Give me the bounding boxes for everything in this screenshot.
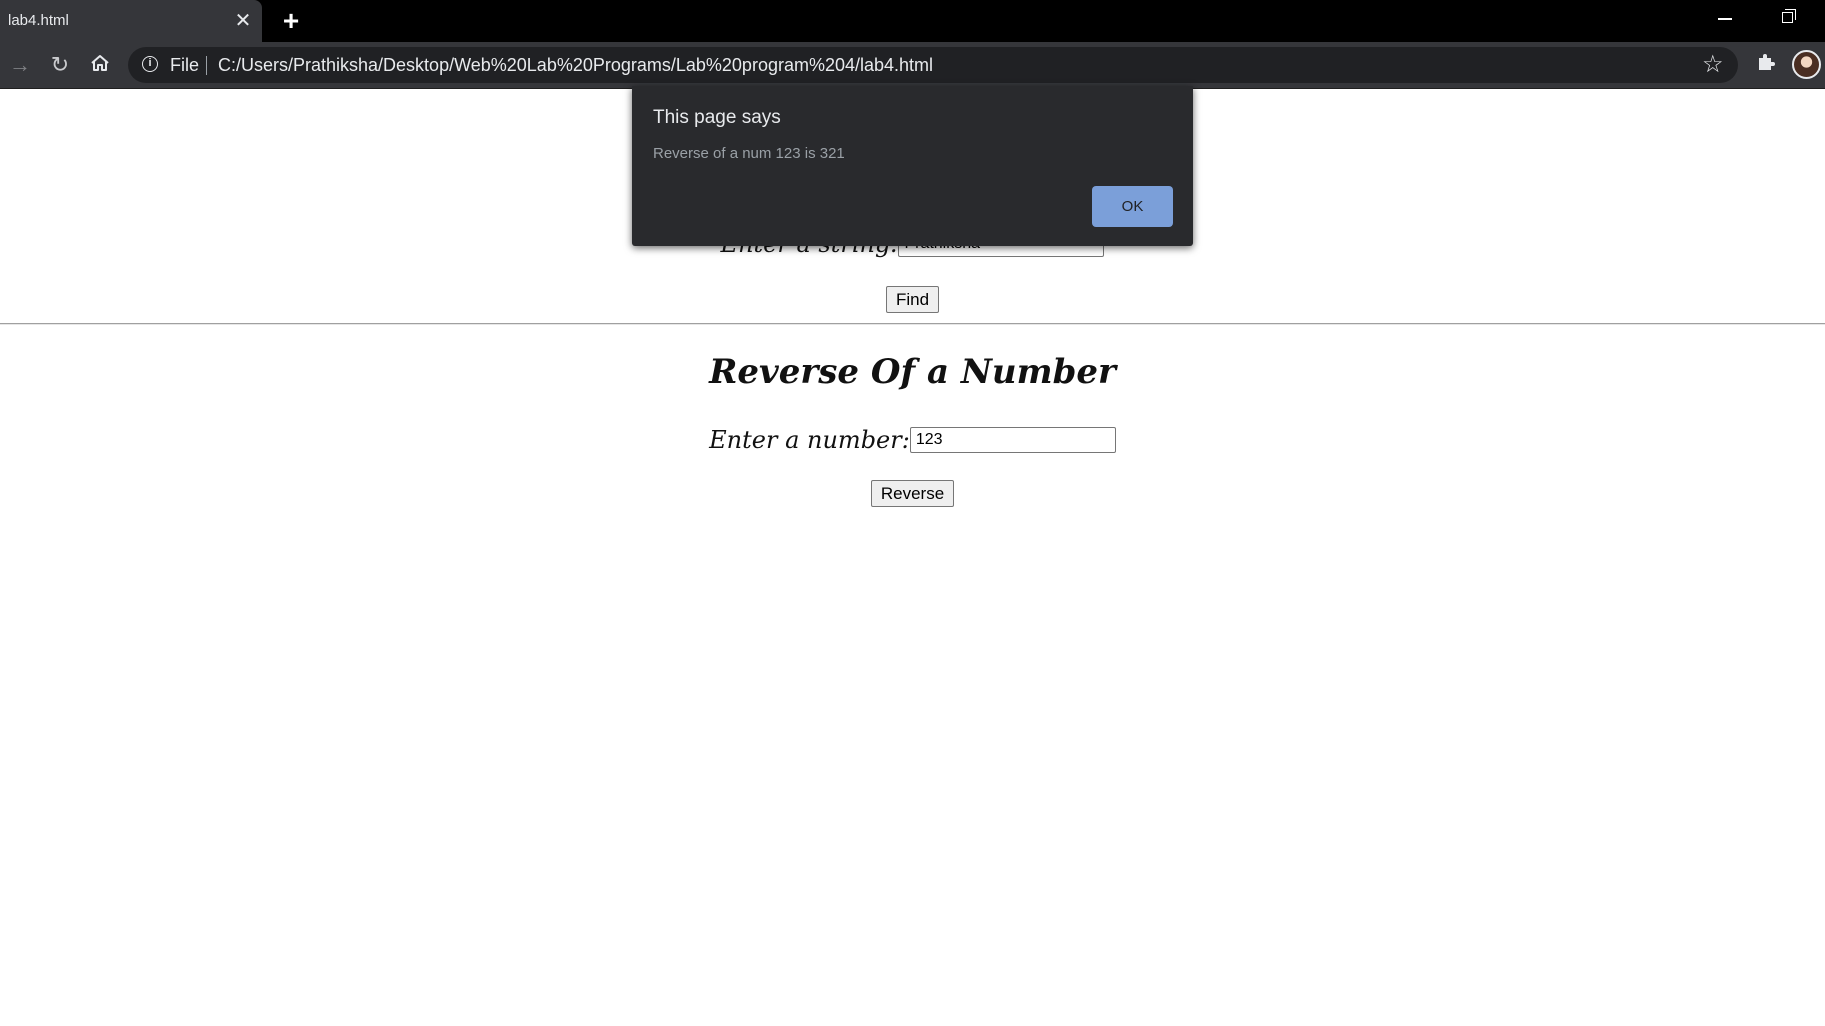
address-bar[interactable]: i File C:/Users/Prathiksha/Desktop/Web%2…: [128, 47, 1738, 83]
number-input[interactable]: 123: [909, 427, 1116, 453]
minimize-window-icon[interactable]: [1718, 18, 1732, 20]
tab-title: lab4.html: [8, 12, 69, 29]
dialog-message: Reverse of a num 123 is 321: [653, 145, 845, 162]
home-icon[interactable]: [87, 52, 113, 78]
address-separator: [206, 56, 207, 75]
address-scheme-label: File: [170, 55, 200, 75]
reload-icon[interactable]: ↻: [47, 52, 73, 78]
forward-arrow-icon[interactable]: →: [7, 52, 33, 78]
number-heading-row: Reverse Of a Number: [0, 352, 1825, 392]
profile-avatar[interactable]: [1792, 50, 1821, 79]
url-text[interactable]: C:/Users/Prathiksha/Desktop/Web%20Lab%20…: [218, 55, 933, 76]
new-tab-button[interactable]: +: [278, 7, 304, 35]
find-button-row: Find: [0, 286, 1825, 313]
extensions-puzzle-icon[interactable]: [1753, 52, 1779, 78]
dialog-title: This page says: [653, 107, 781, 128]
close-tab-icon[interactable]: ✕: [232, 10, 254, 32]
browser-toolbar: → ↻ i File C:/Users/Prathiksha/Desktop/W…: [0, 42, 1825, 89]
reverse-button-row: Reverse: [0, 480, 1825, 507]
bookmark-star-icon[interactable]: ☆: [1702, 52, 1724, 78]
alert-dialog: This page says Reverse of a num 123 is 3…: [632, 86, 1193, 246]
section-divider: [0, 323, 1825, 325]
tab-lab4[interactable]: lab4.html ✕: [0, 0, 262, 42]
tab-strip: lab4.html ✕ +: [0, 0, 1825, 42]
number-input-row: Enter a number: 123: [0, 426, 1825, 454]
reverse-button[interactable]: Reverse: [870, 480, 955, 507]
info-icon[interactable]: i: [142, 56, 158, 72]
number-label: Enter a number:: [709, 426, 910, 454]
ok-button[interactable]: OK: [1092, 186, 1173, 227]
page-title: Reverse Of a Number: [709, 352, 1116, 392]
find-button[interactable]: Find: [885, 286, 940, 313]
restore-window-icon[interactable]: [1782, 9, 1796, 23]
